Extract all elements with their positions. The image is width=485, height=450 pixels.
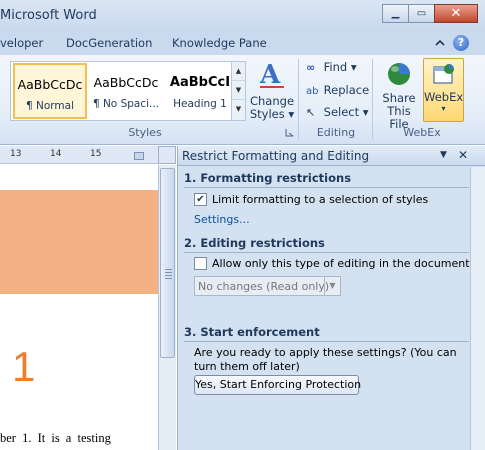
group-separator [372,59,373,139]
styles-gallery: AaBbCcDc ¶ Normal AaBbCcDc ¶ No Spaci...… [10,61,246,121]
restrict-editing-pane: Restrict Formatting and Editing ▼ ✕ 1. F… [177,146,485,450]
body-text: ber 1. It is a testing [0,431,111,445]
style-label: ¶ No Spaci... [92,98,160,110]
gallery-more-icon[interactable]: ▼ [232,100,245,119]
find-button[interactable]: ∞ Find ▾ [306,60,357,74]
minimize-ribbon-icon[interactable] [432,35,448,51]
section-enforcement-title: 3. Start enforcement [184,325,320,339]
pane-title: Restrict Formatting and Editing [182,149,370,163]
enforcement-text: Are you ready to apply these settings? (… [194,346,457,373]
help-icon[interactable]: ? [453,35,469,51]
view-ruler-icon[interactable] [158,146,176,164]
style-preview: AaBbCcI [169,75,231,90]
change-styles-button[interactable]: A Change Styles ▾ [248,59,296,121]
editing-type-select[interactable]: No changes (Read only) ▼ [194,276,341,296]
chevron-down-icon: ▼ [324,277,340,295]
webex-group-label: WebEx [403,126,441,139]
tab-developer[interactable]: veloper [0,36,43,50]
ribbon: AaBbCcDc ¶ Normal AaBbCcDc ¶ No Spaci...… [0,55,485,145]
settings-link[interactable]: Settings... [194,213,250,226]
pane-body: 1. Formatting restrictions ✔ Limit forma… [178,167,485,450]
colored-band [0,190,158,294]
editing-type-value: No changes (Read only) [198,280,330,293]
webex-button[interactable]: WebEx ▾ [423,58,464,122]
ribbon-tabs: veloper DocGeneration Knowledge Pane ? [0,31,485,55]
dialog-launcher-icon[interactable] [285,128,294,137]
style-normal[interactable]: AaBbCcDc ¶ Normal [13,63,87,119]
gallery-scroll[interactable]: ▲ ▼ ▼ [231,62,245,120]
limit-formatting-checkbox[interactable]: ✔ [194,193,207,206]
webex-icon [433,64,454,84]
pane-close-icon[interactable]: ✕ [458,148,468,162]
allow-editing-checkbox[interactable] [194,257,207,270]
replace-label: Replace [323,83,370,97]
change-styles-icon: A [259,60,284,90]
replace-button[interactable]: ab Replace [306,83,369,97]
ruler-tick: 13 [10,149,22,159]
document-scrollbar[interactable] [158,165,176,450]
window-controls: ▁ ▭ ✕ [382,4,478,23]
horizontal-ruler[interactable]: 13 14 15 [0,146,158,164]
select-button[interactable]: ↖ Select ▾ [306,105,369,119]
gallery-up-icon[interactable]: ▲ [232,62,245,81]
select-label: Select ▾ [323,105,369,119]
document-page[interactable]: 1 ber 1. It is a testing [0,165,158,450]
section-divider [184,252,469,253]
style-no-spacing[interactable]: AaBbCcDc ¶ No Spaci... [89,63,163,119]
title-bar: Microsoft Word ▁ ▭ ✕ [0,0,485,31]
chevron-down-icon: ▾ [441,104,446,113]
style-preview: AaBbCcDc [93,75,159,90]
minimize-button[interactable]: ▁ [382,4,409,23]
find-label: Find ▾ [323,60,357,74]
svg-text:A: A [259,60,281,90]
pane-header: Restrict Formatting and Editing ▼ ✕ [178,146,485,166]
globe-icon [388,63,410,85]
group-separator [298,59,299,139]
tab-docgeneration[interactable]: DocGeneration [66,36,152,50]
start-enforcing-button[interactable]: Yes, Start Enforcing Protection [194,375,361,395]
scrollbar-thumb[interactable] [160,168,175,358]
allow-editing-label: Allow only this type of editing in the d… [212,257,474,270]
gallery-down-icon[interactable]: ▼ [232,81,245,100]
style-heading-1[interactable]: AaBbCcI Heading 1 [163,63,237,119]
maximize-button[interactable]: ▭ [408,4,435,23]
heading-number: 1 [12,343,36,390]
section-divider [184,341,469,342]
replace-icon: ab [306,86,319,97]
ruler-tick: 15 [90,149,102,159]
margin-marker[interactable] [134,152,144,160]
share-this-file-button[interactable]: Share This File [376,61,422,131]
editing-group-label: Editing [316,126,356,139]
section-editing-title: 2. Editing restrictions [184,236,325,250]
pane-scrollbar[interactable] [470,167,485,450]
ruler-tick: 14 [50,149,62,159]
pane-menu-icon[interactable]: ▼ [440,150,447,160]
binoculars-icon: ∞ [306,61,316,74]
section-formatting-title: 1. Formatting restrictions [184,171,352,185]
styles-group-label: Styles [128,126,162,139]
style-label: Heading 1 [173,98,227,110]
change-styles-label: Change Styles ▾ [249,94,295,121]
window-title: Microsoft Word [0,8,97,23]
limit-formatting-label: Limit formatting to a selection of style… [212,193,429,206]
style-preview: AaBbCcDc [17,77,83,92]
webex-label: WebEx [424,90,464,104]
tab-knowledge-pane[interactable]: Knowledge Pane [172,36,267,50]
style-label: ¶ Normal [25,100,74,112]
section-divider [184,187,469,188]
cursor-icon: ↖ [306,106,316,119]
grip-icon [165,269,172,281]
close-button[interactable]: ✕ [434,4,478,23]
